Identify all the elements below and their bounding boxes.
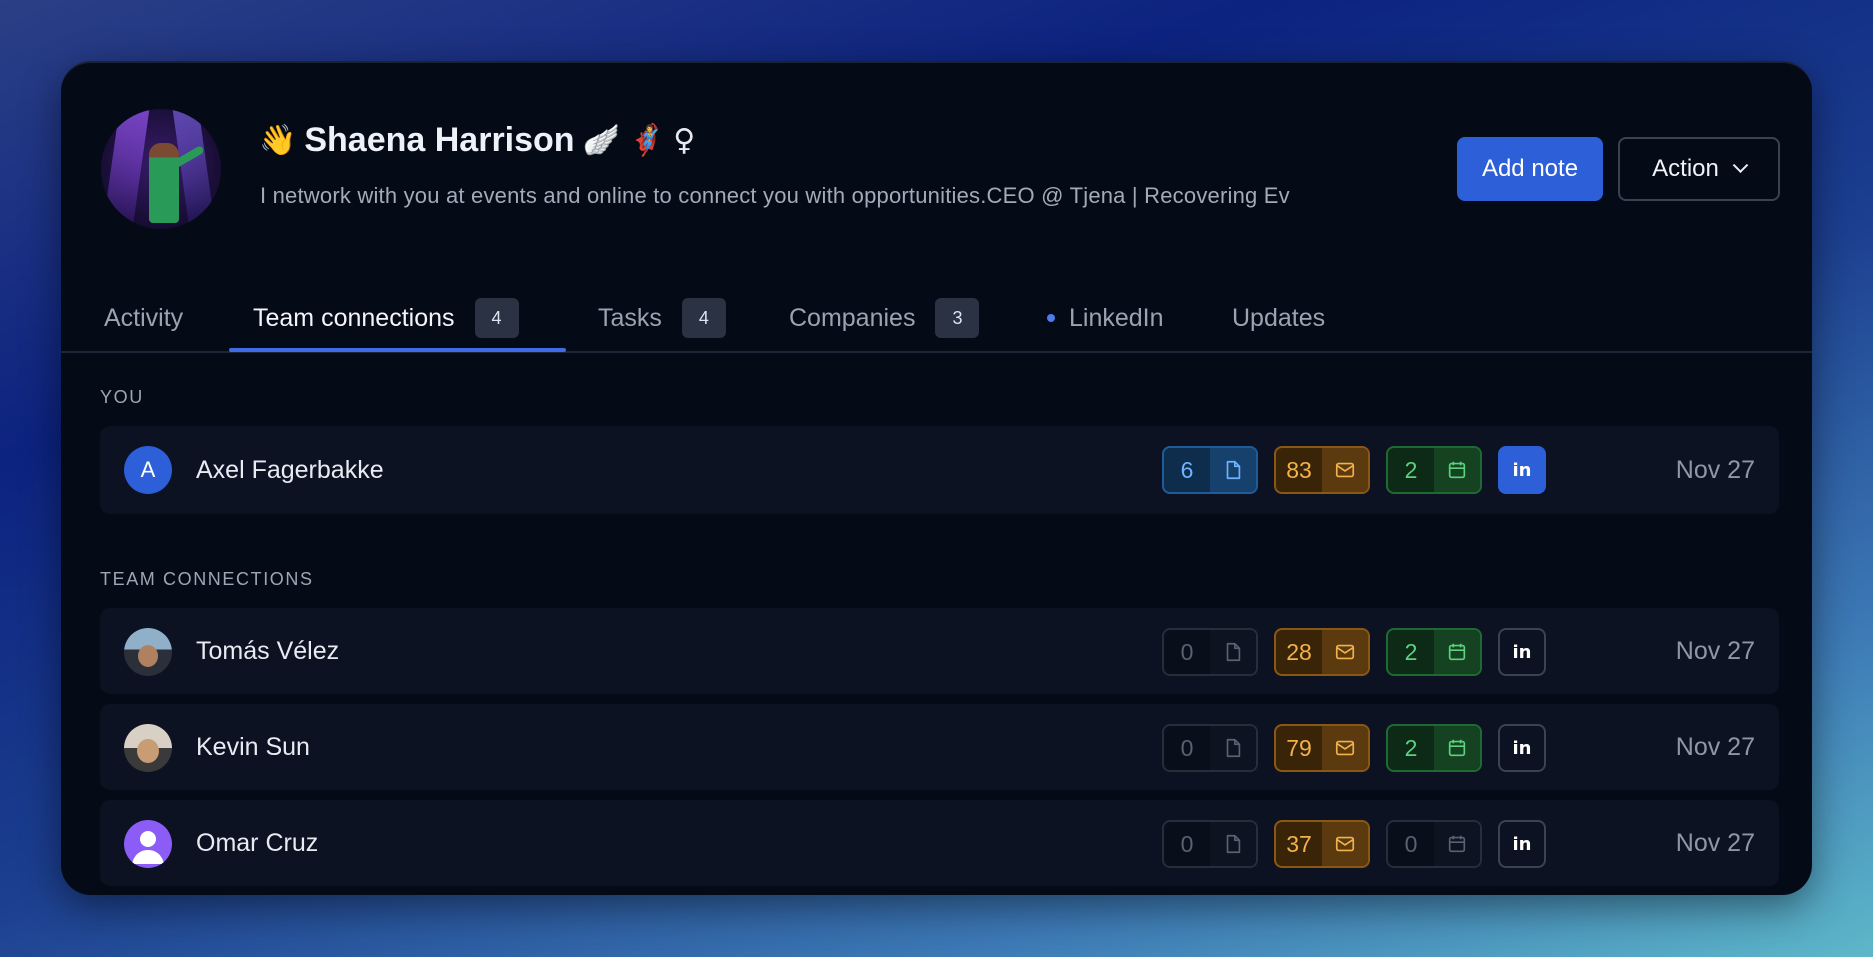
note-icon <box>1210 630 1256 674</box>
action-dropdown-button[interactable]: Action <box>1618 137 1780 201</box>
meetings-count: 2 <box>1404 734 1418 761</box>
meetings-count-pill[interactable]: 2 <box>1386 724 1482 772</box>
avatar <box>124 724 172 772</box>
notes-count: 6 <box>1180 456 1194 483</box>
connection-date: Nov 27 <box>1675 732 1755 761</box>
notes-count-pill[interactable]: 0 <box>1162 820 1258 868</box>
connection-name: Omar Cruz <box>196 828 319 857</box>
note-icon <box>1210 822 1256 866</box>
unread-dot-icon <box>1047 314 1055 322</box>
calendar-icon <box>1434 822 1480 866</box>
connection-row[interactable]: Tomás Vélez 0 28 2 in Nov 27 <box>100 608 1779 694</box>
avatar <box>124 820 172 868</box>
superhero-emoji: 🦸‍♀️ <box>627 123 666 158</box>
calendar-icon <box>1434 630 1480 674</box>
notes-count-pill[interactable]: 0 <box>1162 628 1258 676</box>
tab-count-badge: 4 <box>681 298 726 338</box>
connection-date: Nov 27 <box>1675 636 1755 665</box>
active-tab-indicator <box>229 348 566 352</box>
connection-name: Kevin Sun <box>196 732 310 761</box>
avatar <box>124 628 172 676</box>
emails-count-pill[interactable]: 37 <box>1274 820 1370 868</box>
tab-label: Activity <box>104 303 184 332</box>
wing-emoji: 🪽 <box>582 123 620 158</box>
user-silhouette-icon <box>132 831 164 864</box>
emails-count: 79 <box>1286 734 1312 761</box>
connection-row[interactable]: Kevin Sun 0 79 2 in Nov 27 <box>100 704 1779 790</box>
calendar-icon <box>1434 726 1480 770</box>
female-sign-emoji: ♀ <box>673 123 696 158</box>
meetings-count: 2 <box>1404 456 1418 483</box>
notes-count: 0 <box>1180 734 1194 761</box>
section-label-team-connections: TEAM CONNECTIONS <box>100 569 314 589</box>
emails-count-pill[interactable]: 83 <box>1274 446 1370 494</box>
calendar-icon <box>1434 448 1480 492</box>
tab-label: LinkedIn <box>1069 303 1164 332</box>
tab-label: Updates <box>1232 303 1326 332</box>
profile-window: 👋 Shaena Harrison 🪽 🦸‍♀️ ♀ I network wit… <box>61 61 1812 895</box>
connection-name: Tomás Vélez <box>196 636 340 665</box>
emails-count: 28 <box>1286 638 1312 665</box>
meetings-count-pill[interactable]: 2 <box>1386 446 1482 494</box>
profile-bio: I network with you at events and online … <box>260 183 1290 208</box>
tab-count-badge: 4 <box>474 298 519 338</box>
chevron-down-icon <box>1732 156 1749 173</box>
tab-team-connections[interactable]: Team connections 4 <box>253 283 519 353</box>
meetings-count: 0 <box>1404 830 1418 857</box>
emails-count-pill[interactable]: 79 <box>1274 724 1370 772</box>
linkedin-icon[interactable]: in <box>1498 724 1546 772</box>
tab-linkedin[interactable]: LinkedIn <box>1047 283 1164 353</box>
connection-date: Nov 27 <box>1675 455 1755 484</box>
note-icon <box>1210 726 1256 770</box>
mail-icon <box>1322 630 1368 674</box>
tab-companies[interactable]: Companies 3 <box>789 283 980 353</box>
profile-header: 👋 Shaena Harrison 🪽 🦸‍♀️ ♀ I network wit… <box>61 63 1812 263</box>
notes-count-pill[interactable]: 0 <box>1162 724 1258 772</box>
avatar: A <box>124 446 172 494</box>
profile-name: Shaena Harrison <box>304 121 575 159</box>
avatar-initial: A <box>140 457 156 482</box>
mail-icon <box>1322 448 1368 492</box>
tab-bar: Activity Team connections 4 Tasks 4 Comp… <box>61 283 1812 353</box>
connection-name: Axel Fagerbakke <box>196 455 384 484</box>
action-label: Action <box>1652 155 1719 182</box>
wave-emoji: 👋 <box>259 123 297 158</box>
emails-count: 37 <box>1286 830 1312 857</box>
tab-label: Companies <box>789 303 916 332</box>
tab-count-badge: 3 <box>935 298 980 338</box>
tab-activity[interactable]: Activity <box>104 283 183 353</box>
connection-row[interactable]: Omar Cruz 0 37 0 in Nov 27 <box>100 800 1779 886</box>
emails-count-pill[interactable]: 28 <box>1274 628 1370 676</box>
tab-label: Team connections <box>253 303 455 332</box>
connection-date: Nov 27 <box>1675 828 1755 857</box>
add-note-button[interactable]: Add note <box>1457 137 1603 201</box>
note-icon <box>1210 448 1256 492</box>
notes-count: 0 <box>1180 830 1194 857</box>
meetings-count: 2 <box>1404 638 1418 665</box>
section-label-you: YOU <box>100 387 144 407</box>
mail-icon <box>1322 726 1368 770</box>
notes-count-pill[interactable]: 6 <box>1162 446 1258 494</box>
profile-name-row: 👋 Shaena Harrison 🪽 🦸‍♀️ ♀ <box>259 121 695 160</box>
linkedin-icon[interactable]: in <box>1498 820 1546 868</box>
meetings-count-pill[interactable]: 2 <box>1386 628 1482 676</box>
meetings-count-pill[interactable]: 0 <box>1386 820 1482 868</box>
tab-tasks[interactable]: Tasks 4 <box>598 283 726 353</box>
linkedin-icon[interactable]: in <box>1498 628 1546 676</box>
connection-row[interactable]: A Axel Fagerbakke 6 83 2 in Nov 27 <box>100 426 1779 514</box>
profile-avatar <box>101 109 221 229</box>
emails-count: 83 <box>1286 456 1312 483</box>
tab-updates[interactable]: Updates <box>1232 283 1325 353</box>
tab-label: Tasks <box>598 303 662 332</box>
mail-icon <box>1322 822 1368 866</box>
notes-count: 0 <box>1180 638 1194 665</box>
linkedin-icon[interactable]: in <box>1498 446 1546 494</box>
